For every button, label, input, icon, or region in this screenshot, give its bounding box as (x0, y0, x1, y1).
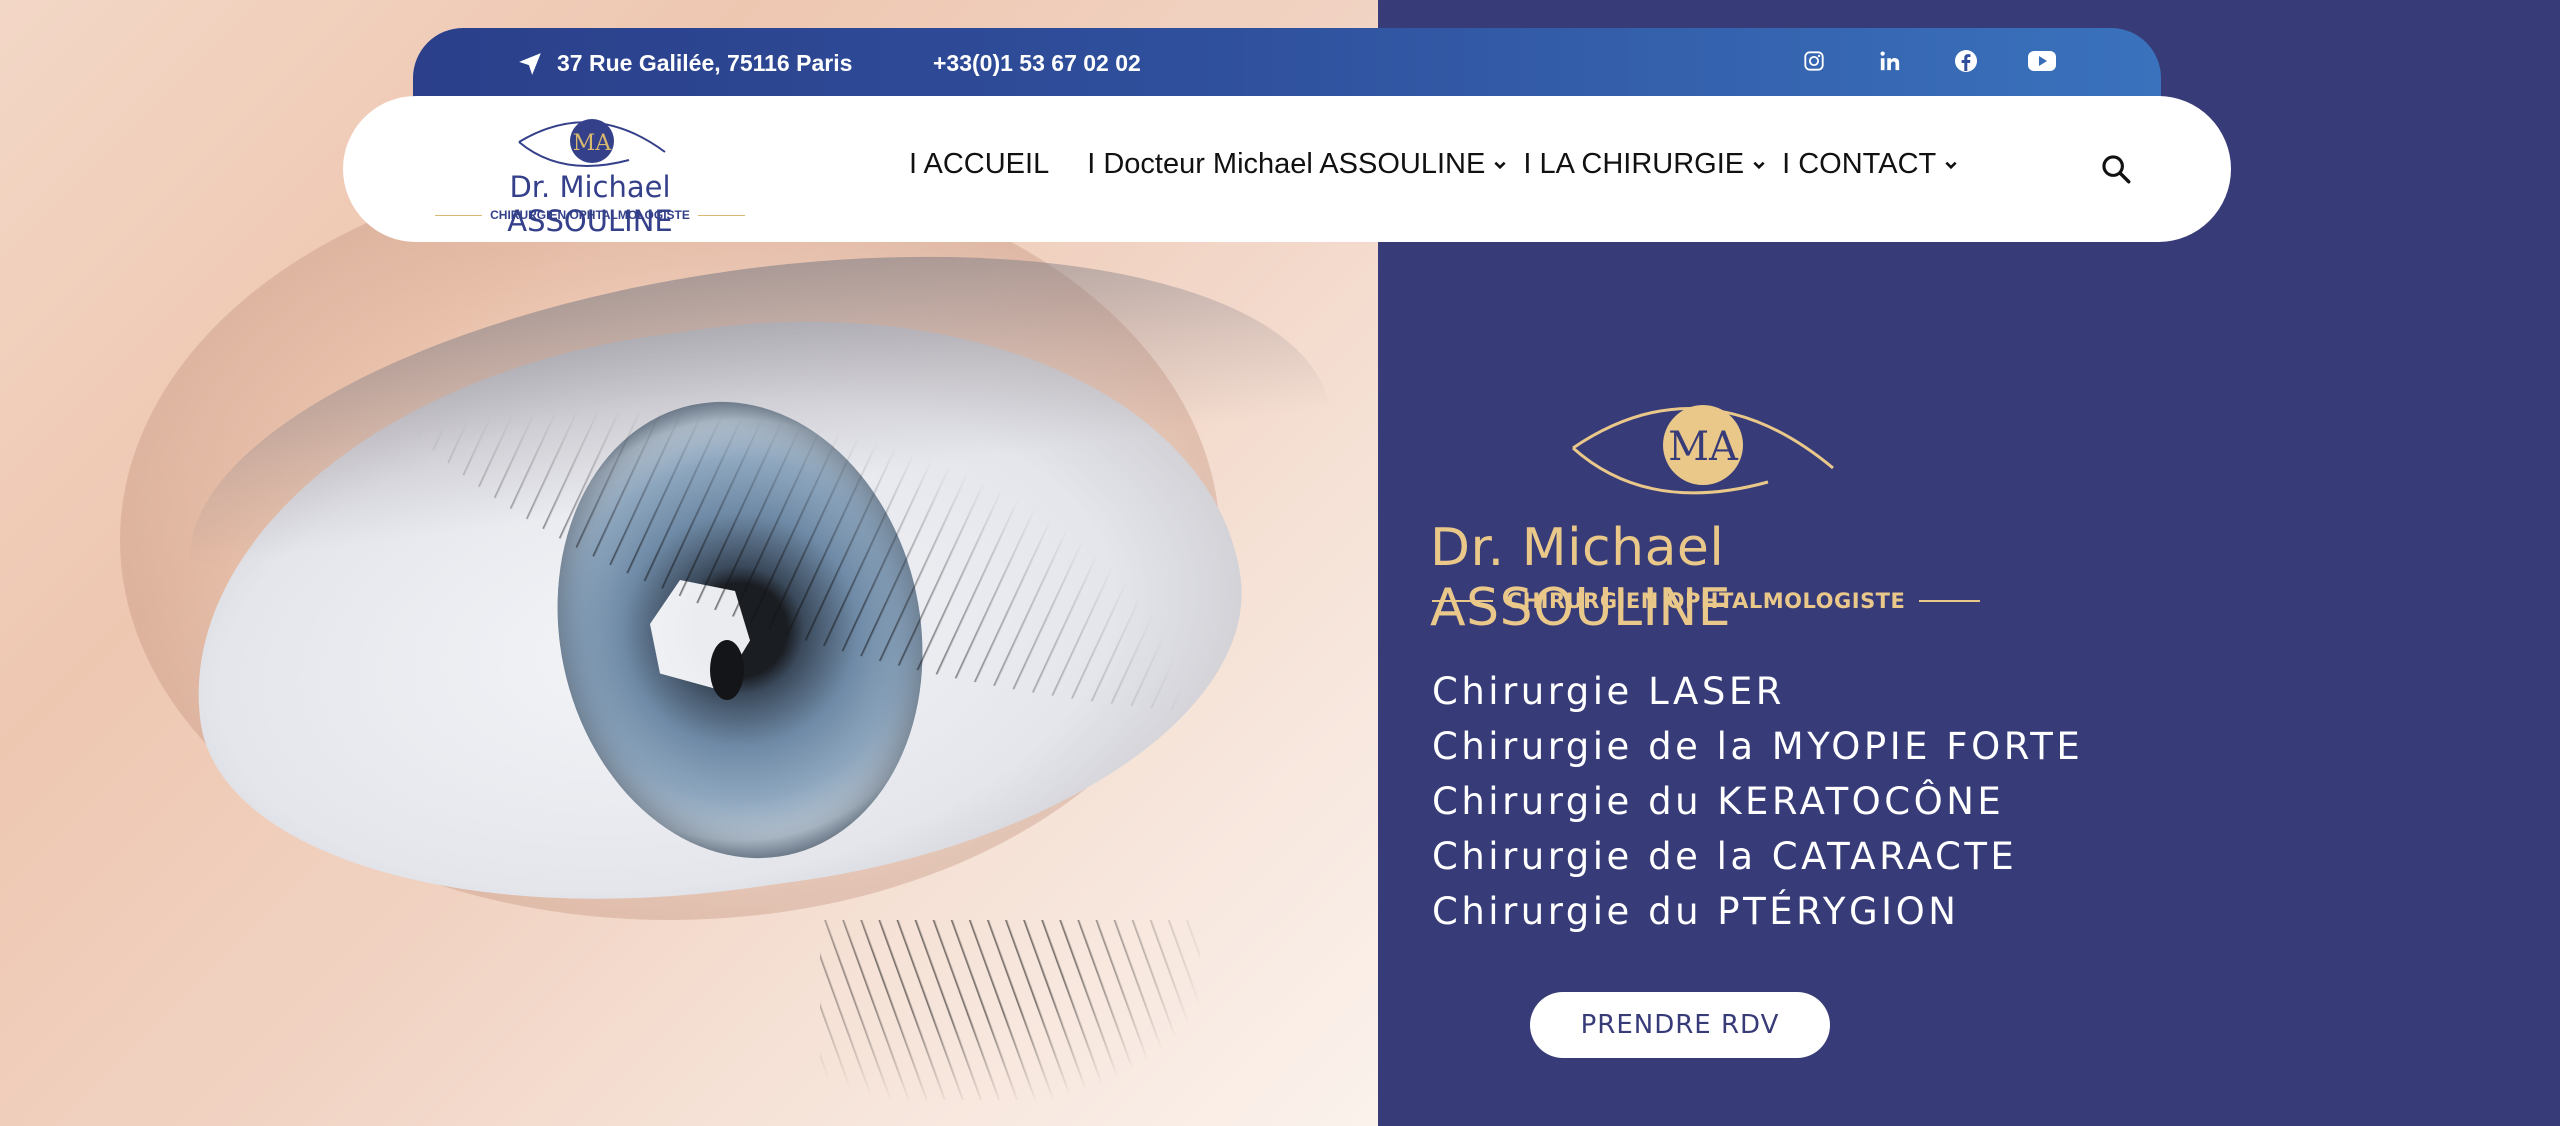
brand-subtitle: CHIRURGIEN OPHTALMOLOGISTE (490, 208, 690, 222)
nav-item-accueil[interactable]: I ACCUEIL (909, 148, 1049, 181)
facebook-icon[interactable] (1951, 46, 1981, 76)
hero-subtitle-row: CHIRURGIEN OPHTALMOLOGISTE (1432, 588, 1981, 614)
main-navbar: MA Dr. Michael ASSOULINE CHIRURGIEN OPHT… (343, 96, 2231, 242)
social-links (1799, 46, 2057, 76)
instagram-icon[interactable] (1799, 46, 1829, 76)
linkedin-icon[interactable] (1875, 46, 1905, 76)
address-text: 37 Rue Galilée, 75116 Paris (557, 50, 853, 76)
divider-left (1432, 600, 1493, 602)
brand-monogram: MA (573, 131, 613, 156)
address-block[interactable]: 37 Rue Galilée, 75116 Paris (517, 50, 852, 77)
brand-divider-right (697, 214, 745, 216)
divider-right (1919, 600, 1981, 602)
lower-eyelashes (820, 920, 1200, 1100)
brand-eye-icon: MA (518, 119, 666, 167)
chevron-down-icon (1494, 161, 1506, 169)
phone-link[interactable]: +33(0)1 53 67 02 02 (933, 50, 1141, 77)
location-arrow-icon (519, 52, 541, 75)
nav-item-label: I ACCUEIL (909, 148, 1050, 180)
eye-pupil (710, 640, 744, 700)
chevron-down-icon (1945, 161, 1957, 169)
brand-subtitle-row: CHIRURGIEN OPHTALMOLOGISTE (435, 208, 745, 222)
youtube-icon[interactable] (2027, 46, 2057, 76)
nav-item-contact[interactable]: I CONTACT (1782, 148, 1958, 181)
search-button[interactable] (2099, 152, 2133, 186)
hero-doctor-name: Dr. Michael ASSOULINE (1430, 518, 1732, 638)
brand-logo[interactable]: MA Dr. Michael ASSOULINE CHIRURGIEN OPHT… (435, 112, 745, 238)
brand-name: Dr. Michael ASSOULINE (507, 170, 673, 238)
nav-item-label: I LA CHIRURGIE (1523, 148, 1745, 180)
hero-monogram: MA (1668, 424, 1739, 470)
nav-item-docteur[interactable]: I Docteur Michael ASSOULINE (1087, 148, 1507, 181)
primary-menu: I ACCUEIL I Docteur Michael ASSOULINE I … (909, 148, 1996, 181)
service-item-cataracte: Chirurgie de la CATARACTE (1432, 835, 2018, 878)
chevron-down-icon (1753, 161, 1765, 169)
nav-item-label: I Docteur Michael ASSOULINE (1087, 148, 1486, 180)
service-item-myopie: Chirurgie de la MYOPIE FORTE (1432, 725, 2084, 768)
hero-subtitle: CHIRURGIEN OPHTALMOLOGISTE (1506, 589, 1906, 613)
hero-logo-mark: MA (1572, 405, 1834, 495)
service-item-keratocone: Chirurgie du KERATOCÔNE (1432, 780, 2005, 823)
nav-item-label: I CONTACT (1782, 148, 1937, 180)
service-item-pterygion: Chirurgie du PTÉRYGION (1432, 890, 1960, 933)
book-appointment-button[interactable]: PRENDRE RDV (1530, 992, 1830, 1058)
services-list: Chirurgie LASER Chirurgie de la MYOPIE F… (1432, 664, 2132, 939)
nav-item-chirurgie[interactable]: I LA CHIRURGIE (1523, 148, 1766, 181)
service-item-laser: Chirurgie LASER (1432, 670, 1785, 713)
brand-divider-left (435, 214, 483, 216)
search-icon (2102, 155, 2131, 184)
